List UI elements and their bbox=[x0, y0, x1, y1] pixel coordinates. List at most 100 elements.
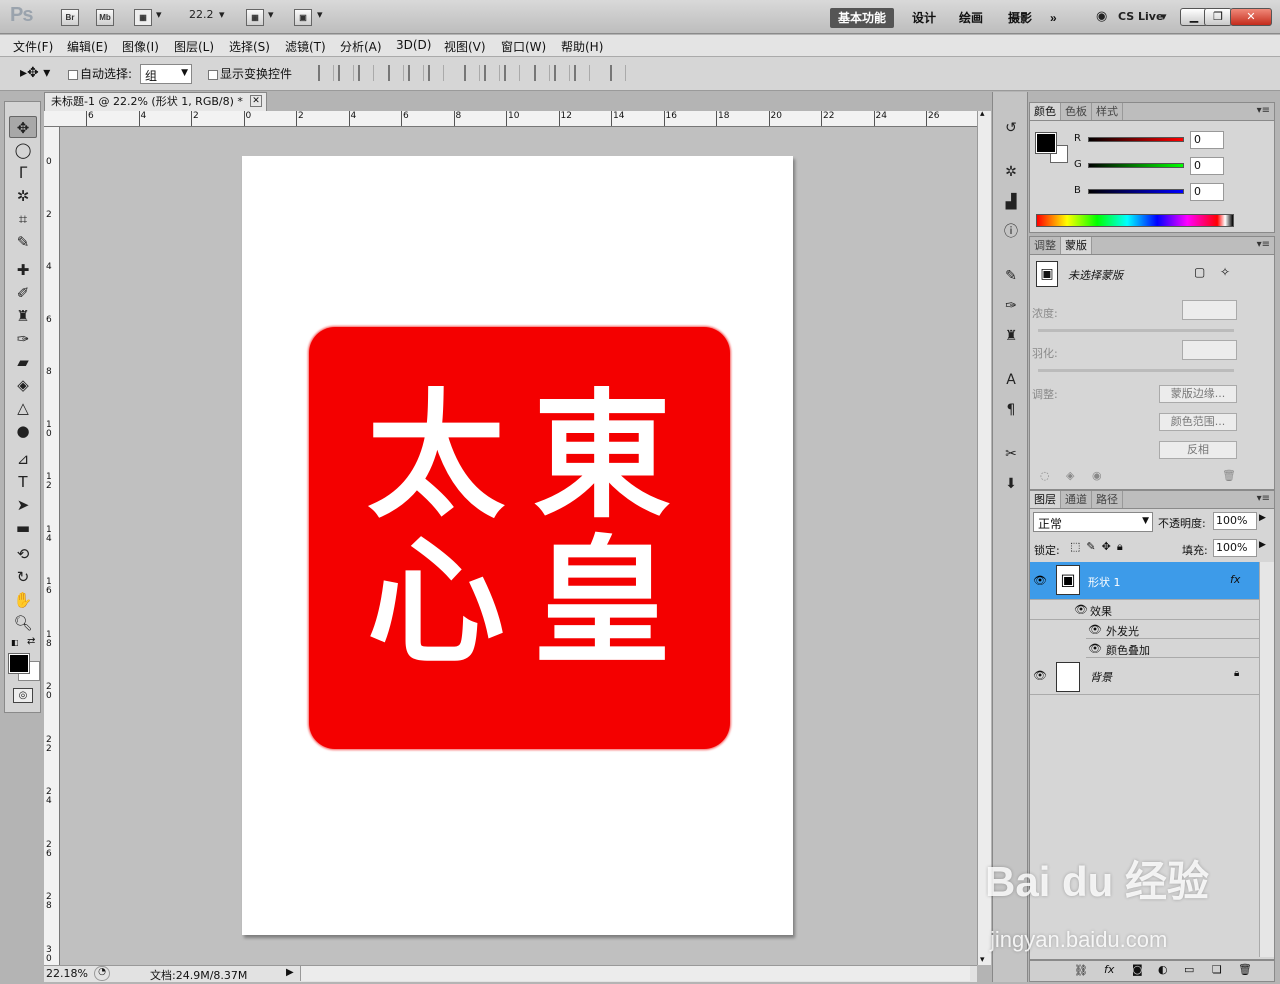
brush-tool-icon[interactable]: ✐ bbox=[9, 282, 37, 304]
menu-3d[interactable]: 3D(D) bbox=[396, 38, 431, 52]
opacity-input[interactable]: 100% bbox=[1213, 512, 1257, 530]
move-tool-preset-icon[interactable]: ▸✥ ▾ bbox=[20, 65, 50, 81]
align-top-icon[interactable] bbox=[318, 65, 334, 81]
opacity-arrow-icon[interactable]: ▶ bbox=[1259, 513, 1266, 523]
3d-orbit-icon[interactable]: ↻ bbox=[9, 566, 37, 588]
elliptical-marquee-icon[interactable]: ◯ bbox=[9, 139, 37, 161]
workspace-painting[interactable]: 绘画 bbox=[951, 8, 991, 28]
invert-button[interactable]: 反相 bbox=[1159, 441, 1237, 459]
eyedropper-icon[interactable]: ✎ bbox=[9, 231, 37, 253]
eye-icon[interactable]: 👁︎ bbox=[1088, 623, 1102, 636]
status-preview-icon[interactable]: ◔ bbox=[94, 966, 110, 981]
delete-mask-icon[interactable]: 🗑︎ bbox=[1222, 469, 1236, 482]
tab-layers[interactable]: 图层 bbox=[1030, 491, 1061, 508]
type-tool-icon[interactable]: T bbox=[9, 471, 37, 493]
align-right-icon[interactable] bbox=[428, 65, 444, 81]
show-transform-checkbox[interactable] bbox=[208, 69, 218, 80]
fx-icon[interactable]: fx bbox=[1230, 573, 1240, 586]
menu-edit[interactable]: 编辑(E) bbox=[67, 38, 108, 55]
new-group-icon[interactable]: ▭ bbox=[1184, 963, 1194, 976]
eye-icon[interactable]: 👁︎ bbox=[1033, 669, 1047, 682]
delete-layer-icon[interactable]: 🗑︎ bbox=[1238, 963, 1252, 976]
effect-outer-glow[interactable]: 👁︎ 外发光 bbox=[1086, 620, 1259, 639]
density-slider[interactable] bbox=[1038, 329, 1234, 332]
chevron-down-icon[interactable]: ▾ bbox=[219, 8, 225, 21]
zoom-level-select[interactable]: 22.2 bbox=[189, 8, 214, 21]
add-mask-icon[interactable]: ◙ bbox=[1132, 963, 1143, 976]
cslive-icon[interactable]: ◉ bbox=[1096, 9, 1107, 24]
channel-b-value[interactable]: 0 bbox=[1190, 183, 1224, 201]
distribute-bottom-icon[interactable] bbox=[504, 65, 520, 81]
screen-mode-icon[interactable]: ▣ bbox=[294, 9, 312, 26]
brush-panel-icon[interactable]: ✑ bbox=[1001, 296, 1021, 316]
path-selection-icon[interactable]: ➤ bbox=[9, 494, 37, 516]
channel-r-slider[interactable] bbox=[1088, 137, 1184, 142]
pen-tool-icon[interactable]: ⊿ bbox=[9, 448, 37, 470]
chevron-down-icon[interactable]: ▾ bbox=[268, 8, 274, 21]
color-range-button[interactable]: 颜色范围... bbox=[1159, 413, 1237, 431]
restore-button[interactable]: ❐ bbox=[1204, 8, 1232, 26]
panel-menu-icon[interactable]: ▾≡ bbox=[1257, 239, 1270, 250]
feather-input[interactable] bbox=[1182, 340, 1237, 360]
distribute-top-icon[interactable] bbox=[464, 65, 480, 81]
info-panel-icon[interactable]: ⓘ bbox=[1001, 222, 1021, 242]
layer-shape-1[interactable]: 👁︎ ▣ 形状 1 fx bbox=[1030, 562, 1259, 600]
load-selection-icon[interactable]: ◌ bbox=[1040, 469, 1050, 482]
align-hcenter-icon[interactable] bbox=[408, 65, 424, 81]
add-vector-mask-icon[interactable]: ✧ bbox=[1220, 265, 1230, 279]
scroll-down-icon[interactable]: ▾ bbox=[980, 955, 985, 965]
align-left-icon[interactable] bbox=[388, 65, 404, 81]
fill-arrow-icon[interactable]: ▶ bbox=[1259, 540, 1266, 550]
add-style-icon[interactable]: fx bbox=[1104, 963, 1114, 976]
workspace-design[interactable]: 设计 bbox=[904, 8, 944, 28]
menu-view[interactable]: 视图(V) bbox=[444, 38, 486, 55]
adjustment-layer-icon[interactable]: ◐ bbox=[1158, 963, 1168, 976]
paragraph-panel-icon[interactable]: ¶ bbox=[1001, 400, 1021, 420]
eye-icon[interactable]: 👁︎ bbox=[1033, 574, 1047, 587]
close-window-button[interactable]: ✕ bbox=[1230, 8, 1272, 26]
horizontal-ruler[interactable]: 6 4 2 0 2 4 6 8 10 12 14 16 18 20 22 24 26 bbox=[44, 111, 977, 127]
zoom-readout[interactable]: 22.18% bbox=[46, 967, 88, 980]
navigator-panel-icon[interactable]: ✲ bbox=[1001, 162, 1021, 182]
history-brush-icon[interactable]: ✑ bbox=[9, 328, 37, 350]
swap-colors-icon[interactable]: ⇄ bbox=[27, 636, 35, 647]
fill-input[interactable]: 100% bbox=[1213, 539, 1257, 557]
blur-tool-icon[interactable]: △ bbox=[9, 397, 37, 419]
menu-filter[interactable]: 滤镜(T) bbox=[285, 38, 326, 55]
eye-icon[interactable]: 👁︎ bbox=[1088, 642, 1102, 655]
menu-image[interactable]: 图像(I) bbox=[122, 38, 159, 55]
menu-select[interactable]: 选择(S) bbox=[229, 38, 270, 55]
tab-masks[interactable]: 蒙版 bbox=[1061, 237, 1092, 254]
scroll-up-icon[interactable]: ▴ bbox=[980, 109, 985, 119]
status-menu-arrow-icon[interactable]: ▶ bbox=[286, 967, 294, 978]
new-layer-icon[interactable]: ❏ bbox=[1212, 963, 1222, 976]
link-layers-icon[interactable]: ⛓︎ bbox=[1074, 964, 1088, 977]
toggle-mask-visibility-icon[interactable]: ◉ bbox=[1092, 469, 1102, 482]
channel-b-slider[interactable] bbox=[1088, 189, 1184, 194]
tab-color[interactable]: 颜色 bbox=[1030, 103, 1061, 120]
clone-source-icon[interactable]: ♜ bbox=[1001, 326, 1021, 346]
dodge-tool-icon[interactable]: ● bbox=[9, 420, 37, 442]
layers-scrollbar[interactable] bbox=[1259, 562, 1274, 957]
eraser-icon[interactable]: ▰ bbox=[9, 351, 37, 373]
bridge-button[interactable]: Br bbox=[61, 9, 79, 26]
auto-select-dropdown[interactable]: 组 ▼ bbox=[140, 64, 192, 84]
paint-bucket-icon[interactable]: ◈ bbox=[9, 374, 37, 396]
tool-presets-icon[interactable]: ✂ bbox=[1001, 444, 1021, 464]
vertical-scrollbar[interactable]: ▴ ▾ bbox=[977, 109, 991, 965]
tab-styles[interactable]: 样式 bbox=[1092, 103, 1123, 120]
distribute-right-icon[interactable] bbox=[574, 65, 590, 81]
mask-edge-button[interactable]: 蒙版边缘... bbox=[1159, 385, 1237, 403]
density-input[interactable] bbox=[1182, 300, 1237, 320]
color-fg-swatch[interactable] bbox=[1035, 132, 1057, 154]
workspace-essentials[interactable]: 基本功能 bbox=[830, 8, 895, 28]
3d-panel-icon[interactable]: ⬇ bbox=[1001, 474, 1021, 494]
history-panel-icon[interactable]: ↺ bbox=[1001, 118, 1021, 138]
clone-stamp-icon[interactable]: ♜ bbox=[9, 305, 37, 327]
menu-help[interactable]: 帮助(H) bbox=[561, 38, 603, 55]
tab-channels[interactable]: 通道 bbox=[1061, 491, 1092, 508]
default-colors-icon[interactable]: ◧ bbox=[11, 638, 19, 647]
feather-slider[interactable] bbox=[1038, 369, 1234, 372]
move-tool-icon[interactable]: ✥ bbox=[9, 116, 37, 138]
healing-brush-icon[interactable]: ✚ bbox=[9, 259, 37, 281]
